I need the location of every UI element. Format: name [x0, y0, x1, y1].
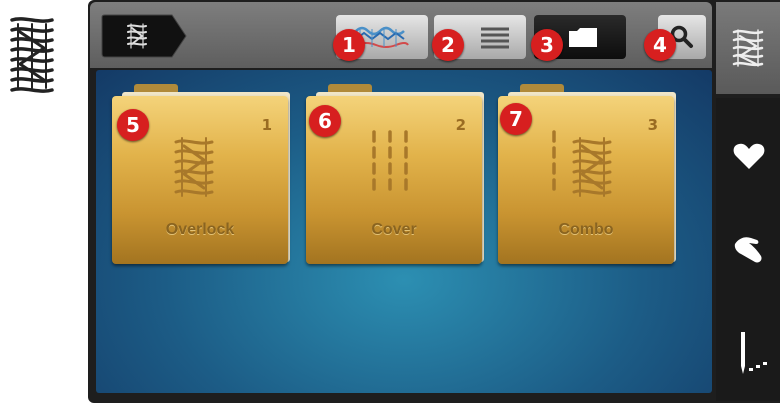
callout-badge: 1: [333, 29, 365, 61]
folder-label: Overlock: [165, 221, 235, 238]
needle-icon: [741, 332, 767, 374]
right-sidebar: [716, 2, 780, 401]
sidebar-needle-button[interactable]: [724, 326, 774, 382]
serger-stitch-icon: [732, 29, 764, 67]
folder-number: 2: [455, 116, 466, 134]
folder-number: 3: [647, 116, 658, 134]
personal-hand-icon: [734, 237, 762, 263]
list-icon: [481, 27, 509, 49]
folder-icon: [569, 28, 597, 47]
callout-badge: 3: [531, 29, 563, 61]
sidebar-stitch-tab[interactable]: [716, 2, 780, 94]
stitch-category-tag[interactable]: [100, 14, 188, 58]
callout-badge: 6: [309, 105, 341, 137]
sidebar-list: [716, 98, 780, 401]
sidebar-favorites-button[interactable]: [724, 128, 774, 184]
callout-badge: 5: [117, 109, 149, 141]
folder-number: 1: [261, 116, 272, 134]
sidebar-personal-button[interactable]: [724, 220, 774, 276]
favorite-heart-icon: [733, 143, 765, 169]
serger-stitch-logo-icon: [10, 17, 54, 93]
folder-label: Cover: [371, 221, 417, 238]
folder-label: Combo: [558, 221, 614, 238]
callout-badge: 2: [432, 29, 464, 61]
callout-badge: 4: [644, 29, 676, 61]
callout-badge: 7: [500, 103, 532, 135]
